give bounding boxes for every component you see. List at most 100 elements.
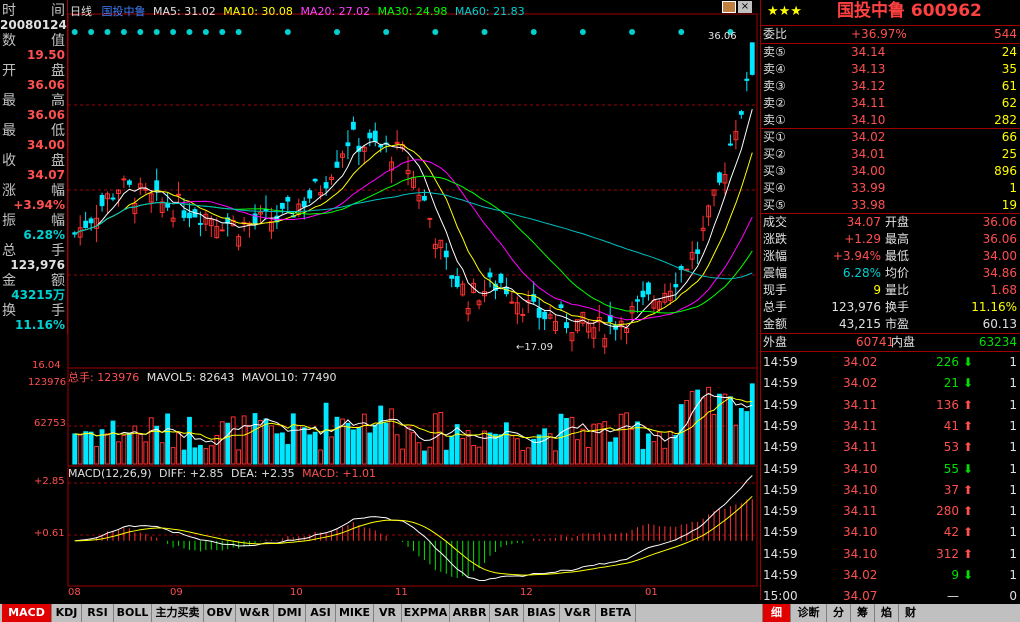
- quote-title-row: ★★★ 国投中鲁 600962: [761, 3, 1020, 25]
- period-label[interactable]: 日线: [70, 5, 92, 18]
- volume-bar: [88, 431, 94, 465]
- low-mark-label: ←17.09: [516, 342, 554, 353]
- candle-body: [88, 218, 94, 224]
- quote-panel: ★★★ 国投中鲁 600962 委比 +36.97% 544 卖⑤ 34.14 24…: [760, 0, 1020, 603]
- tab-dmi[interactable]: DMI: [274, 604, 306, 622]
- candle-body: [717, 172, 722, 183]
- tab-arbr[interactable]: ARBR: [450, 604, 490, 622]
- bid-volume: 25: [1001, 147, 1017, 161]
- x-tick-label: 09: [170, 587, 183, 598]
- mavol5: MAVOL5: 82643: [146, 371, 235, 384]
- volume-bar: [94, 445, 100, 465]
- trade-time: 14:59: [763, 461, 798, 476]
- right-tab[interactable]: 焰: [874, 604, 898, 622]
- window-icon[interactable]: [722, 1, 736, 13]
- event-marker: [383, 29, 390, 35]
- tab-vr[interactable]: V&R: [560, 604, 596, 622]
- volume-bar: [514, 438, 520, 465]
- tab-macd[interactable]: MACD: [2, 604, 52, 622]
- volume-bar: [536, 434, 542, 465]
- volume-bar: [312, 431, 318, 465]
- tab-rsi[interactable]: RSI: [82, 604, 114, 622]
- stat-value: +3.94%: [832, 249, 881, 263]
- vol-total: 总手: 123976: [68, 371, 140, 384]
- tab-obv[interactable]: OBV: [204, 604, 236, 622]
- trade-row: 14:59 34.11 53 ⬆ 1: [761, 437, 1020, 458]
- stat-value: 36.06: [982, 232, 1017, 246]
- trade-row: 14:59 34.10 42 ⬆ 1: [761, 522, 1020, 543]
- tab-expma[interactable]: EXPMA: [402, 604, 450, 622]
- volume-bar: [569, 416, 575, 465]
- volume-bar: [389, 408, 395, 465]
- volume-bar: [460, 437, 466, 465]
- arrow-down-icon: ⬇: [962, 461, 973, 476]
- ask-row: 卖④ 34.13 35: [761, 61, 1020, 78]
- stat-row: 涨跌 +1.29 最高 36.06: [761, 231, 1020, 248]
- volume-bar: [83, 431, 89, 465]
- trade-time: 14:59: [763, 376, 798, 391]
- right-tab[interactable]: 财: [898, 604, 922, 622]
- ask-label: 卖②: [763, 96, 786, 110]
- arrow-up-icon: ⬆: [962, 397, 973, 412]
- tab-beta[interactable]: BETA: [596, 604, 636, 622]
- trade-volume: 41: [943, 418, 959, 433]
- close-icon[interactable]: ×: [738, 1, 752, 13]
- trade-count: 1: [1009, 568, 1017, 582]
- volume-bar: [585, 446, 591, 465]
- ma30-label: MA30: 24.98: [377, 5, 448, 18]
- volume-bar: [269, 425, 274, 465]
- volume-bar: [274, 433, 280, 465]
- volume-bar: [383, 422, 389, 465]
- bid-volume: 1: [1009, 181, 1017, 195]
- tab-kdj[interactable]: KDJ: [52, 604, 82, 622]
- tab-boll[interactable]: BOLL: [114, 604, 152, 622]
- trade-volume: 53: [943, 440, 959, 455]
- outer-inner-row: 外盘 60741 内盘 63234: [763, 335, 1017, 349]
- trade-count: 1: [1009, 397, 1017, 412]
- bid-row: 买⑤ 33.98 19: [761, 197, 1020, 214]
- right-tab[interactable]: 筹: [850, 604, 874, 622]
- volume-bar: [72, 433, 78, 465]
- candle-body: [427, 217, 433, 220]
- volume-bar: [121, 435, 127, 465]
- macd-value: MACD: +1.01: [302, 467, 377, 480]
- candle-body: [454, 276, 460, 288]
- volume-bar: [531, 438, 537, 465]
- tab-vr[interactable]: VR: [374, 604, 402, 622]
- stock-name: 国投中鲁: [101, 5, 146, 18]
- tab-wr[interactable]: W&R: [236, 604, 274, 622]
- right-tab[interactable]: 分: [826, 604, 850, 622]
- volume-bar: [192, 447, 198, 465]
- ma10-label: MA10: 30.08: [223, 5, 293, 18]
- event-marker: [219, 29, 226, 35]
- trade-row: 14:59 34.11 280 ⬆ 1: [761, 501, 1020, 522]
- bid-price: 34.00: [851, 164, 886, 178]
- main-chart-header: 日线 国投中鲁 MA5: 31.02 MA10: 30.08 MA20: 27.…: [70, 3, 525, 19]
- trade-time: 14:59: [763, 418, 798, 433]
- bid-volume: 19: [1001, 198, 1017, 212]
- volume-bar: [219, 421, 225, 465]
- tab-bias[interactable]: BIAS: [524, 604, 560, 622]
- volume-bar: [558, 413, 564, 465]
- main-chart-frame: [67, 13, 758, 369]
- chart-canvas[interactable]: [0, 0, 760, 604]
- volume-bar: [443, 449, 449, 465]
- info-value: 11.16%: [15, 318, 65, 332]
- stat-value: 43,215: [839, 317, 881, 331]
- right-tab[interactable]: 细: [762, 604, 790, 622]
- trade-count: 1: [1009, 355, 1017, 369]
- tab-mike[interactable]: MIKE: [336, 604, 374, 622]
- tab-asi[interactable]: ASI: [306, 604, 336, 622]
- candle-body: [422, 195, 427, 201]
- event-marker: [71, 29, 78, 35]
- tab-sar[interactable]: SAR: [490, 604, 524, 622]
- volume-bar: [116, 441, 121, 465]
- volume-bar: [476, 446, 482, 465]
- candle-body: [263, 208, 269, 211]
- event-marker: [579, 29, 586, 35]
- tab-[interactable]: 主力买卖: [152, 604, 204, 622]
- bid-label: 买④: [763, 181, 786, 195]
- stat-row: 震幅 6.28% 均价 34.86: [761, 265, 1020, 282]
- arrow-up-icon: ⬆: [962, 525, 973, 540]
- right-tab[interactable]: 诊断: [790, 604, 826, 622]
